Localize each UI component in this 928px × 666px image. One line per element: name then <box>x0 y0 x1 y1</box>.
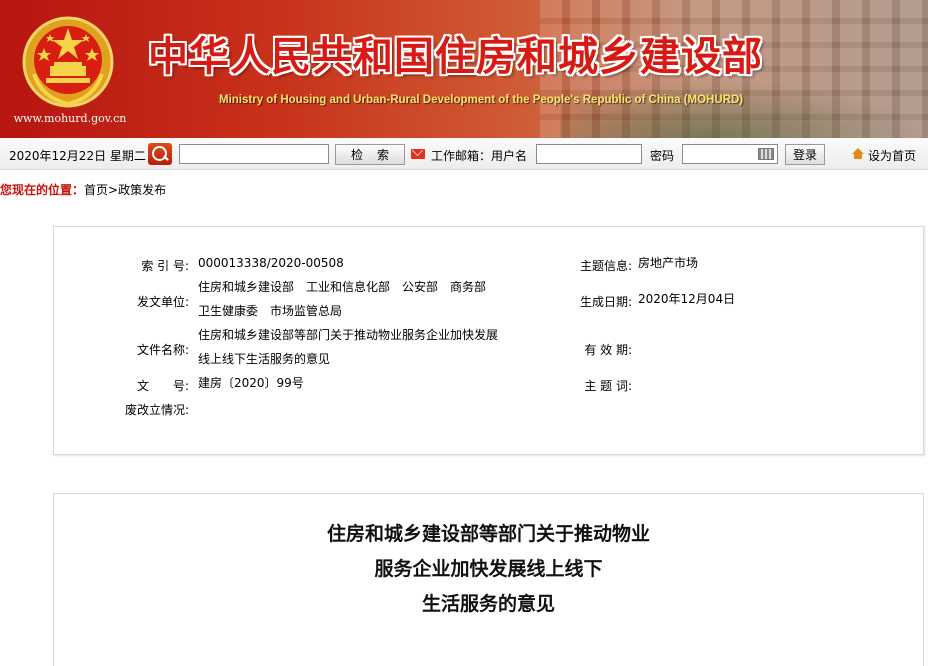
status-label: 废改立情况: <box>124 403 189 417</box>
breadcrumb: 您现在的位置：首页>政策发布 <box>0 181 166 198</box>
top-toolbar: 2020年12月22日 星期二 检索 工作邮箱：用户名 密码 登录 设为首页 <box>0 138 928 170</box>
site-subtitle: Ministry of Housing and Urban-Rural Deve… <box>219 94 744 106</box>
breadcrumb-path[interactable]: 首页>政策发布 <box>84 183 166 197</box>
login-button[interactable]: 登录 <box>785 144 825 165</box>
article-title-line-2: 服务企业加快发展线上线下 <box>374 558 603 580</box>
article-title-line-1: 住房和城乡建设部等部门关于推动物业 <box>326 523 650 545</box>
doc-name-line-1: 住房和城乡建设部等部门关于推动物业服务企业加快发展 <box>198 328 499 342</box>
topic-value: 房地产市场 <box>638 256 699 270</box>
doc-name-label: 文件名称: <box>136 343 189 357</box>
doc-name-line-2: 线上线下生活服务的意见 <box>198 352 331 366</box>
doc-number-label: 文 号: <box>136 379 189 393</box>
date-label: 生成日期: <box>579 295 632 309</box>
date-value: 2020年12月04日 <box>638 292 736 306</box>
site-domain: www.mohurd.gov.cn <box>13 112 127 125</box>
keyboard-icon[interactable] <box>758 148 774 160</box>
site-banner: www.mohurd.gov.cn 中华人民共和国住房和城乡建设部 Minist… <box>0 0 928 138</box>
publisher-value: 住房和城乡建设部 工业和信息化部 公安部 商务部 卫生健康委 市场监管总局 <box>198 275 518 323</box>
search-button[interactable]: 检索 <box>335 144 405 165</box>
article-title: 住房和城乡建设部等部门关于推动物业 服务企业加快发展线上线下 生活服务的意见 <box>54 517 923 622</box>
national-emblem-icon <box>22 16 114 108</box>
password-label: 密码 <box>650 149 675 163</box>
article-title-line-3: 生活服务的意见 <box>421 593 555 615</box>
publisher-label: 发文单位: <box>136 295 189 309</box>
publisher-line-2: 卫生健康委 市场监管总局 <box>198 304 343 318</box>
document-info-box: 索 引 号: 000013338/2020-00508 发文单位: 住房和城乡建… <box>53 226 924 455</box>
search-icon <box>148 143 172 165</box>
doc-number-value: 建房〔2020〕99号 <box>198 376 304 390</box>
mail-icon <box>411 149 425 159</box>
valid-period-label: 有 效 期: <box>584 343 632 357</box>
current-date: 2020年12月22日 星期二 <box>9 149 146 163</box>
search-input[interactable] <box>179 144 329 164</box>
keywords-label: 主 题 词: <box>584 379 632 393</box>
topic-label: 主题信息: <box>579 259 632 273</box>
home-icon[interactable] <box>852 148 864 159</box>
set-homepage-link[interactable]: 设为首页 <box>868 147 916 164</box>
publisher-line-1: 住房和城乡建设部 工业和信息化部 公安部 商务部 <box>198 280 487 294</box>
username-input[interactable] <box>536 144 642 164</box>
work-mail-username-label: 工作邮箱：用户名 <box>431 149 528 163</box>
article-content-box: 住房和城乡建设部等部门关于推动物业 服务企业加快发展线上线下 生活服务的意见 <box>53 493 924 666</box>
doc-name-value: 住房和城乡建设部等部门关于推动物业服务企业加快发展 线上线下生活服务的意见 <box>198 323 518 371</box>
index-label: 索 引 号: <box>141 259 189 273</box>
breadcrumb-location-label: 您现在的位置： <box>0 183 85 197</box>
site-title: 中华人民共和国住房和城乡建设部 <box>148 33 763 80</box>
index-value: 000013338/2020-00508 <box>198 256 344 270</box>
